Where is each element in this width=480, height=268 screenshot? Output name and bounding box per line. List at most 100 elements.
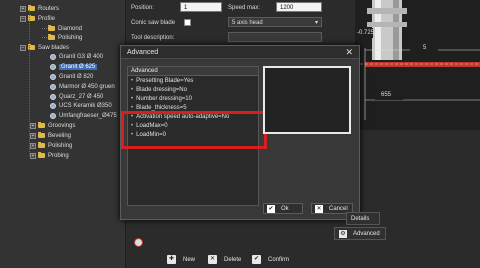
tree-item-label: Umfangfraeser_Ø475 — [59, 112, 117, 119]
tool-drawing: -0.725 5 655 — [355, 0, 480, 130]
head-select[interactable]: 5 axis head ▾ — [228, 17, 322, 27]
details-button-label: Details — [351, 215, 370, 222]
position-field[interactable]: 1 — [180, 2, 222, 12]
saw-blade-icon — [50, 53, 56, 60]
speed-max-field[interactable]: 1200 — [276, 2, 322, 12]
new-button[interactable]: ✚ New — [167, 253, 195, 266]
folder-icon — [38, 142, 45, 148]
tree-item-profile[interactable]: − Profile — [20, 14, 55, 23]
dialog-title: Advanced — [127, 49, 159, 56]
close-icon[interactable]: ✕ — [345, 47, 353, 58]
saw-blade-icon — [50, 112, 56, 119]
tree-item-saw-blades[interactable]: − Saw blades — [20, 43, 69, 52]
position-label: Position: — [131, 5, 155, 11]
list-item-text: Presetting Blade=Yes — [136, 78, 194, 84]
delete-button[interactable]: ✕ Delete — [208, 253, 241, 266]
dimension-right-label: 5 — [423, 45, 427, 51]
tree-item-blade[interactable]: Granit Ø 820 — [50, 72, 93, 81]
list-item[interactable]: • Number dressing=10 — [128, 95, 258, 103]
tree-item-diamond[interactable]: Diamond — [42, 24, 82, 33]
preview-image-box — [263, 66, 351, 134]
tool-description-field[interactable] — [228, 32, 322, 42]
tree-guide-line — [29, 10, 30, 156]
dialog-title-bar: Advanced ✕ — [121, 46, 359, 59]
folder-icon — [48, 34, 55, 40]
expand-icon[interactable]: + — [20, 5, 26, 12]
collapse-icon[interactable]: − — [20, 44, 26, 51]
confirm-button[interactable]: ✔ Confirm — [252, 253, 289, 266]
folder-icon — [38, 132, 45, 138]
folder-icon — [38, 122, 45, 128]
tree-item-probing[interactable]: + Probing — [30, 151, 69, 160]
expand-icon[interactable]: + — [30, 142, 36, 149]
advanced-button[interactable]: ⚙ Advanced — [334, 227, 386, 240]
check-icon: ✔ — [252, 255, 261, 264]
new-button-label: New — [183, 256, 196, 263]
expand-icon[interactable]: + — [30, 152, 36, 159]
new-icon: ✚ — [167, 255, 176, 264]
tree-item-blade[interactable]: Umfangfraeser_Ø475 — [50, 111, 117, 120]
saw-blade-icon — [50, 73, 56, 80]
annotation-highlight-box — [121, 111, 267, 149]
tree-item-label: Marmor Ø 450 gruen — [59, 83, 115, 90]
head-select-value: 5 axis head — [232, 20, 263, 26]
tree-item-label: Routers — [38, 5, 60, 12]
delete-icon: ✕ — [208, 255, 217, 264]
saw-blade-icon — [50, 63, 56, 70]
tree-item-label: Granit Ø 820 — [59, 73, 94, 80]
tree-item-label: Quarz_27 Ø 450 — [59, 93, 104, 100]
expand-icon[interactable]: + — [30, 132, 36, 139]
advanced-button-label: Advanced — [353, 230, 380, 237]
bullet-icon: • — [131, 87, 134, 93]
expand-icon[interactable]: + — [30, 122, 36, 129]
conic-saw-blade-checkbox[interactable] — [184, 19, 191, 26]
list-item-text: Number dressing=10 — [136, 96, 192, 102]
bullet-icon: • — [131, 78, 134, 84]
indicator-icon — [134, 238, 143, 247]
collapse-icon[interactable]: − — [20, 15, 26, 22]
bullet-icon: • — [131, 96, 134, 102]
tree-item-blade[interactable]: Quarz_27 Ø 450 — [50, 92, 103, 101]
dimension-top-label: -0.725 — [357, 30, 375, 36]
speed-max-label: Speed max: — [228, 5, 261, 11]
tree-item-polishing[interactable]: + Polishing — [30, 141, 72, 150]
tree-item-label: Polishing — [48, 142, 73, 149]
tree-item-blade[interactable]: UCS Keramik Ø350 — [50, 101, 112, 110]
tree-item-blade-selected[interactable]: Granit Ø 625 — [50, 62, 98, 71]
saw-blade-drawing — [355, 0, 480, 120]
tree-item-label: Profile — [38, 15, 56, 22]
folder-icon — [48, 25, 55, 31]
details-button[interactable]: Details — [346, 212, 380, 225]
saw-blade-icon — [50, 83, 56, 90]
delete-button-label: Delete — [224, 256, 242, 263]
tree-item-routers[interactable]: + Routers — [20, 4, 59, 13]
tree-item-label: Probing — [48, 152, 69, 159]
tree-item-beveling[interactable]: + Beveling — [30, 131, 71, 140]
tree-item-label: Granit Ø 625 — [59, 63, 98, 70]
ok-button-label: Ok — [281, 205, 289, 212]
dimension-bottom-label: 655 — [381, 92, 392, 98]
tree-item-label: Groovings — [48, 122, 76, 129]
confirm-button-label: Confirm — [268, 256, 290, 263]
list-item-text: Blade dressing=No — [136, 87, 187, 93]
list-item[interactable]: • Presetting Blade=Yes — [128, 77, 258, 85]
saw-blade-icon — [50, 93, 56, 100]
blade-cross-section — [365, 62, 480, 67]
saw-blade-icon — [50, 102, 56, 109]
check-icon: ✔ — [267, 204, 275, 213]
tool-tree: + Routers − Profile Diamond Polishing − … — [0, 0, 126, 268]
advanced-dialog: Advanced ✕ Advanced • Presetting Blade=Ye… — [120, 45, 360, 220]
tree-item-groovings[interactable]: + Groovings — [30, 121, 75, 130]
tree-item-polishing-profile[interactable]: Polishing — [42, 33, 82, 42]
cancel-button-label: Cancel — [329, 205, 348, 212]
tree-item-blade[interactable]: Granit G3 Ø 400 — [50, 52, 103, 61]
tool-description-label: Tool description: — [131, 35, 175, 41]
list-header: Advanced — [128, 67, 258, 76]
ok-button[interactable]: ✔ Ok — [263, 203, 303, 214]
tree-item-label: Diamond — [58, 25, 83, 32]
tree-item-blade[interactable]: Marmor Ø 450 gruen — [50, 82, 115, 91]
tree-item-label: Saw blades — [38, 44, 70, 51]
list-item[interactable]: • Blade dressing=No — [128, 86, 258, 94]
tree-item-label: Granit G3 Ø 400 — [59, 53, 104, 60]
close-icon: ✕ — [315, 204, 323, 213]
